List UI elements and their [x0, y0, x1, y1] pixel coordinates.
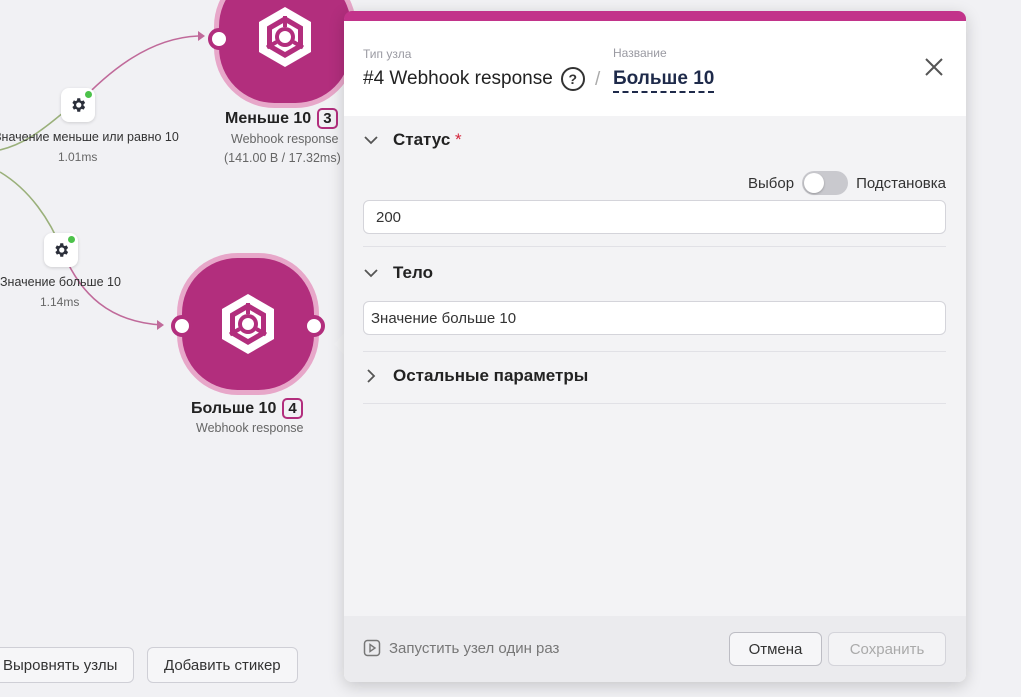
edge-time: 1.01ms	[58, 150, 98, 164]
chevron-down-icon	[364, 136, 378, 145]
section-title: Статус *	[393, 130, 462, 150]
node-input-handle[interactable]	[208, 28, 230, 50]
node-type-title: #4 Webhook response ?	[363, 67, 585, 91]
status-dot	[68, 236, 75, 243]
node-type: Webhook response	[196, 421, 304, 435]
mode-right-label: Подстановка	[856, 174, 946, 192]
close-button[interactable]	[922, 55, 946, 79]
chevron-down-icon	[364, 269, 378, 278]
webhook-response-icon	[222, 294, 274, 354]
status-mode-toggle: Выбор Подстановка	[748, 171, 946, 195]
panel-header: Тип узла #4 Webhook response ? / Названи…	[344, 21, 966, 116]
node-type: Webhook response	[231, 132, 339, 146]
node-name: Меньше 10	[225, 109, 312, 127]
mode-switch[interactable]	[802, 171, 849, 195]
gear-icon	[72, 98, 86, 112]
node-type-value: #4 Webhook response	[363, 68, 553, 89]
status-input[interactable]: 200	[363, 200, 946, 234]
close-icon	[925, 58, 943, 76]
cancel-button[interactable]: Отмена	[729, 632, 822, 666]
divider	[363, 246, 946, 247]
divider	[363, 403, 946, 404]
node-number-badge: 4	[282, 398, 303, 419]
arrow-upper	[198, 31, 205, 41]
section-other-header[interactable]: Остальные параметры	[363, 366, 946, 386]
node-number-badge: 3	[317, 108, 338, 129]
edge-upper[interactable]	[77, 35, 199, 105]
edge-label: Значение меньше или равно 10	[0, 130, 179, 144]
body-title: Тело	[393, 263, 433, 282]
webhook-response-icon	[259, 7, 311, 67]
divider	[363, 351, 946, 352]
node-name: Больше 10	[191, 399, 277, 417]
workflow-node-selected[interactable]	[171, 258, 325, 390]
node-stats: (141.00 B / 17.32ms)	[224, 151, 341, 165]
separator: /	[595, 69, 601, 90]
workflow-node[interactable]	[208, 0, 351, 103]
edge-label: Значение больше 10	[0, 275, 121, 289]
node-title: Больше 10 4	[191, 398, 303, 419]
node-title: Меньше 10 3	[225, 108, 338, 129]
section-body-header[interactable]: Тело	[363, 263, 946, 283]
panel-body: Статус * Выбор Подстановка 200 Тело Знач…	[344, 116, 966, 616]
node-type-label: Тип узла	[363, 47, 412, 61]
arrow-lower	[157, 320, 164, 330]
panel-footer: Запустить узел один раз Отмена Сохранить	[344, 616, 966, 682]
run-once-button[interactable]: Запустить узел один раз	[363, 639, 559, 657]
gear-icon	[55, 243, 69, 257]
play-square-icon	[363, 639, 381, 657]
required-mark: *	[455, 130, 462, 149]
switch-knob	[804, 173, 825, 193]
status-title: Статус	[393, 130, 451, 149]
run-once-label: Запустить узел один раз	[389, 639, 560, 657]
section-status-header[interactable]: Статус *	[363, 130, 946, 150]
status-dot	[85, 91, 92, 98]
name-label: Название	[613, 46, 667, 60]
panel-pointer	[334, 334, 344, 354]
chevron-right-icon	[367, 369, 376, 383]
body-input[interactable]: Значение больше 10	[363, 301, 946, 335]
other-title: Остальные параметры	[393, 366, 589, 385]
save-button[interactable]: Сохранить	[828, 632, 946, 666]
align-nodes-button[interactable]: Выровнять узлы	[0, 647, 135, 683]
node-input-handle[interactable]	[171, 315, 193, 337]
mode-left-label: Выбор	[748, 174, 795, 192]
node-output-handle[interactable]	[303, 315, 325, 337]
add-sticker-button[interactable]: Добавить стикер	[147, 647, 298, 683]
question-circle-icon[interactable]: ?	[560, 67, 585, 91]
node-name-editable[interactable]: Больше 10	[613, 68, 715, 93]
edge-time: 1.14ms	[40, 295, 80, 309]
edge-settings-button[interactable]	[61, 88, 95, 122]
edge-settings-button[interactable]	[44, 233, 78, 267]
node-settings-panel: Тип узла #4 Webhook response ? / Названи…	[344, 11, 966, 682]
